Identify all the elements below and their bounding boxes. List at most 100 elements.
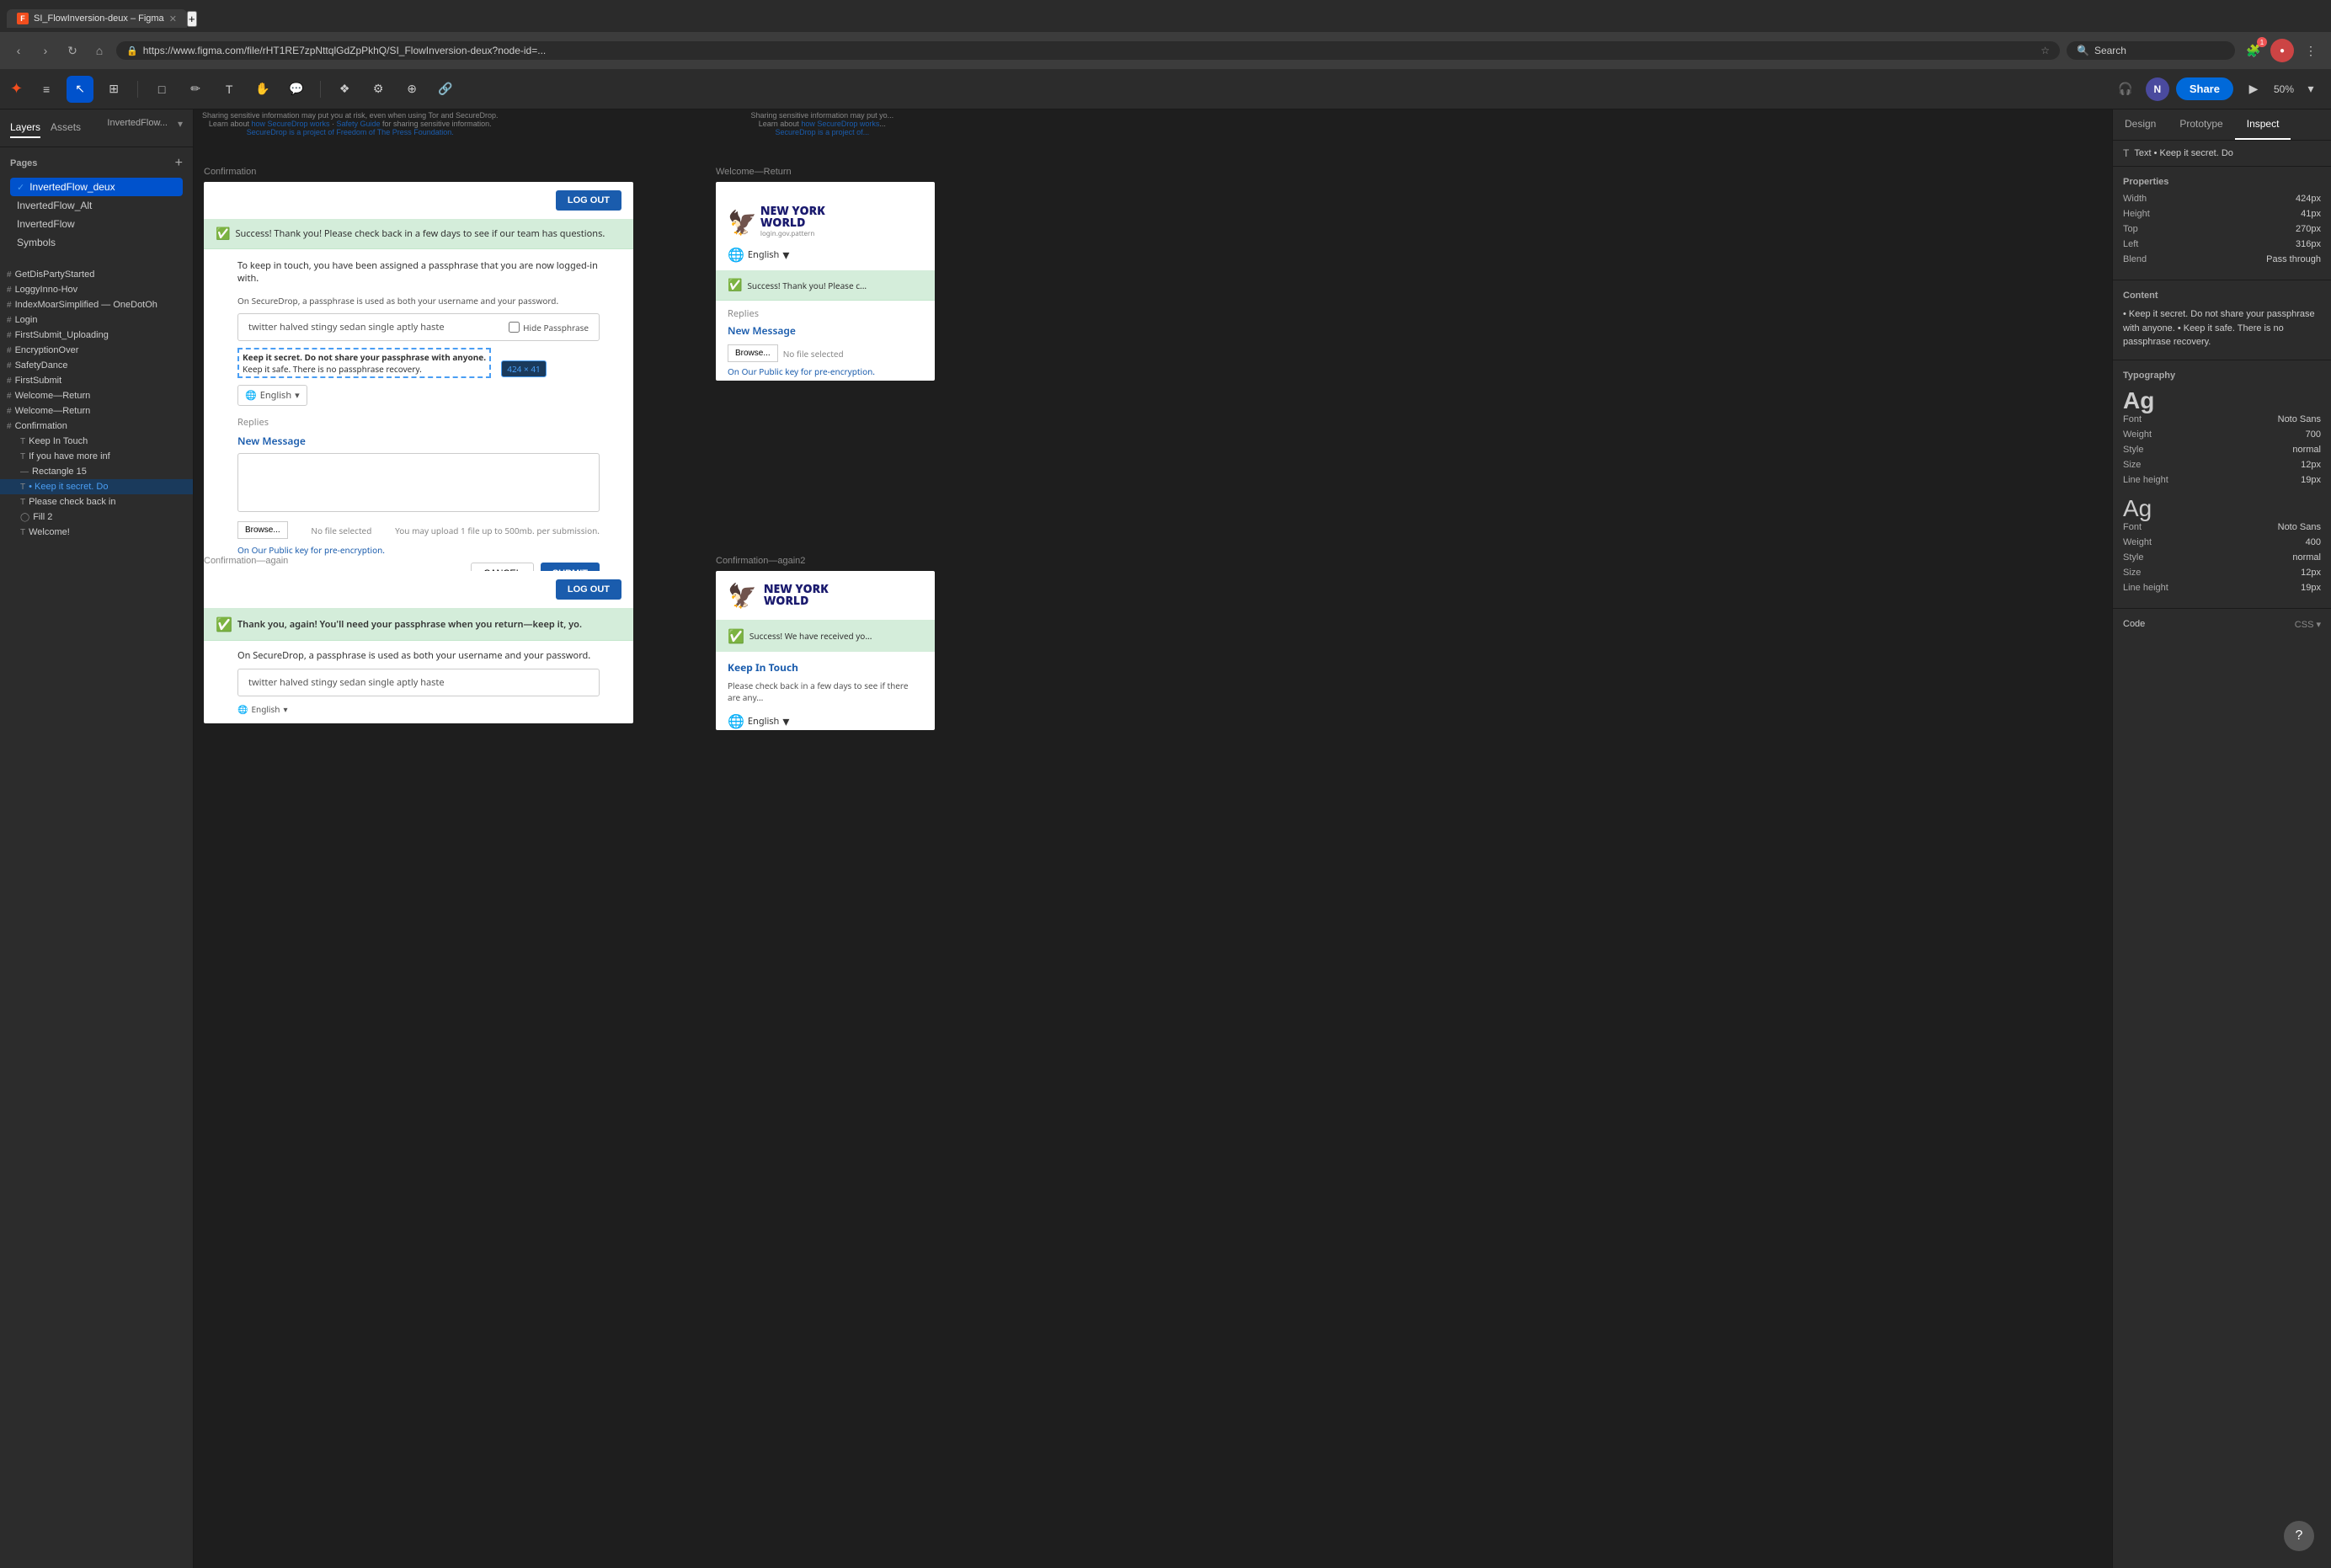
comment-tool[interactable]: 💬 [283,76,310,103]
hand-tool[interactable]: ✋ [249,76,276,103]
text-tool[interactable]: T [216,76,243,103]
page-item-inverted-alt[interactable]: InvertedFlow_Alt [10,196,183,215]
design-tab[interactable]: Design [2113,109,2168,140]
layer-welcome-return-2[interactable]: # Welcome—Return [0,403,193,419]
pen-tool[interactable]: ✏ [182,76,209,103]
home-button[interactable]: ⌂ [89,40,109,61]
layer-welcome[interactable]: T Welcome! [0,525,193,540]
constraints-tool[interactable]: ⊕ [398,76,425,103]
frame-icon-10: # [7,407,12,416]
layer-if-you-have[interactable]: T If you have more inf [0,449,193,464]
menu-button[interactable]: ≡ [33,76,60,103]
conf-again2-text: Success! We have received yo... [749,630,872,642]
share-button[interactable]: Share [2176,77,2233,100]
font-row-1: Font Noto Sans [2123,414,2321,424]
assets-tab[interactable]: Assets [51,118,81,138]
tool-separator-2 [320,81,321,98]
rect-icon: — [20,467,29,477]
tab-close-button[interactable]: ✕ [169,13,177,24]
more-button[interactable]: ⋮ [2299,39,2323,62]
layer-welcome-return-1[interactable]: # Welcome—Return [0,388,193,403]
layer-encryption[interactable]: # EncryptionOver [0,343,193,358]
welcome-lang-text: English [748,248,779,261]
welcome-browse-button[interactable]: Browse... [728,344,778,362]
top-frame-text-2: Sharing sensitive information may put yo… [751,109,894,136]
address-bar[interactable]: 🔒 https://www.figma.com/file/rHT1RE7zpNt… [116,41,2060,60]
inspect-tab[interactable]: Inspect [2235,109,2291,140]
browser-tab[interactable]: F SI_FlowInversion-deux – Figma ✕ [7,9,187,28]
font-label-2: Font [2123,522,2142,532]
layer-keep-in-touch[interactable]: T Keep In Touch [0,434,193,449]
frame-icon-5: # [7,331,12,340]
browse-button[interactable]: Browse... [237,521,288,539]
language-selector[interactable]: 🌐 English ▾ [237,385,307,406]
forward-button[interactable]: › [35,40,56,61]
collapse-arrow[interactable]: ▾ [178,118,183,138]
right-panel-tabs: Design Prototype Inspect [2113,109,2331,141]
layer-first-submit[interactable]: # FirstSubmit [0,373,193,388]
layer-get-dis-party[interactable]: # GetDisPartyStarted [0,267,193,282]
page-item-symbols[interactable]: Symbols [10,233,183,252]
play-button[interactable]: ▶ [2240,76,2267,103]
conf-again-logout[interactable]: LOG OUT [556,579,621,600]
text-element-label: Text • Keep it secret. Do [2134,148,2233,158]
welcome-success-text: Success! Thank you! Please c... [747,280,867,291]
frame-icon-4: # [7,316,12,325]
new-tab-button[interactable]: + [187,11,197,27]
search-bar[interactable]: 🔍 Search [2067,41,2235,60]
shape-tool[interactable]: □ [148,76,175,103]
frame-tool[interactable]: ⊞ [100,76,127,103]
canvas-scroll[interactable]: Sharing sensitive information may put yo… [194,109,2112,1568]
layer-first-submit-uploading[interactable]: # FirstSubmit_Uploading [0,328,193,343]
add-page-button[interactable]: + [175,156,183,171]
refresh-button[interactable]: ↻ [62,40,83,61]
layer-index[interactable]: # IndexMoarSimplified — OneDotOh [0,297,193,312]
layer-fill-2[interactable]: ◯ Fill 2 [0,509,193,525]
prototype-link[interactable]: 🔗 [432,76,459,103]
extensions-button[interactable]: 🧩1 [2242,39,2265,62]
layer-confirmation[interactable]: # Confirmation [0,419,193,434]
back-button[interactable]: ‹ [8,40,29,61]
layer-please-check[interactable]: T Please check back in [0,494,193,509]
style-value-1: normal [2292,445,2321,455]
frame-icon-3: # [7,301,12,310]
globe-icon-3: 🌐 [237,703,248,715]
success-text: Success! Thank you! Please check back in… [235,227,605,240]
prototype-tab[interactable]: Prototype [2168,109,2234,140]
css-dropdown[interactable]: CSS ▾ [2295,619,2321,630]
new-message-label: New Message [237,434,600,448]
profile-button[interactable]: ● [2270,39,2294,62]
layer-keep-it-secret[interactable]: T • Keep it secret. Do [0,479,193,494]
layer-rectangle-15[interactable]: — Rectangle 15 [0,464,193,479]
zoom-dropdown[interactable]: ▾ [2301,79,2321,99]
hide-passphrase-label[interactable]: Hide Passphrase [509,322,589,333]
code-section: Code CSS ▾ [2113,609,2331,647]
layer-login[interactable]: # Login [0,312,193,328]
select-tool[interactable]: ↖ [67,76,93,103]
page-item-inverted[interactable]: InvertedFlow [10,215,183,233]
browser-toolbar: ‹ › ↻ ⌂ 🔒 https://www.figma.com/file/rHT… [0,32,2331,69]
layer-loggy[interactable]: # LoggyInno-Hov [0,282,193,297]
plugin-tool[interactable]: ⚙ [365,76,392,103]
log-out-button[interactable]: LOG OUT [556,190,621,211]
world-text: WORLD [760,217,825,229]
layer-safety[interactable]: # SafetyDance [0,358,193,373]
ag-preview-regular: Ag [2123,495,2321,522]
bookmark-icon: ☆ [2040,45,2050,56]
page-item-inverted-deux[interactable]: ✓ InvertedFlow_deux [10,178,183,196]
headphone-icon[interactable]: 🎧 [2112,76,2139,103]
layers-tab[interactable]: Layers [10,118,40,138]
conf-again-lang[interactable]: 🌐 English ▾ [237,703,600,715]
help-button[interactable]: ? [2284,1521,2314,1551]
canvas[interactable]: Sharing sensitive information may put yo… [194,109,2112,1568]
toolbar-right: 🎧 N Share ▶ 50% ▾ [2112,76,2321,103]
frame-icon-7: # [7,361,12,371]
component-tool[interactable]: ❖ [331,76,358,103]
conf-again2-lang[interactable]: 🌐 English ▾ [716,712,935,730]
hide-passphrase-checkbox[interactable] [509,322,520,333]
welcome-lang-selector[interactable]: 🌐 English ▾ [716,245,935,270]
top-label: Top [2123,224,2138,234]
conf-again-header: LOG OUT [204,571,633,608]
line-height-label-1: Line height [2123,475,2168,485]
message-textarea[interactable] [237,453,600,512]
